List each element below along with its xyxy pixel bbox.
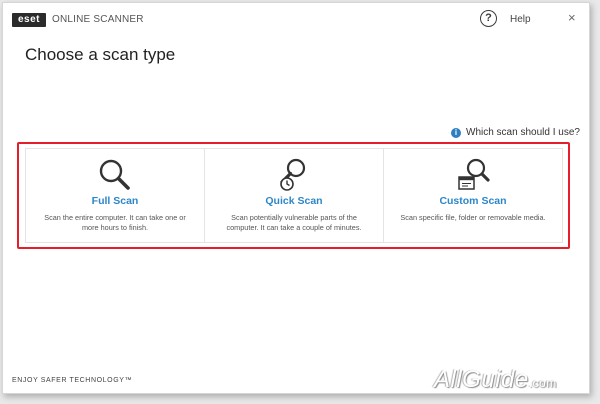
page-title: Choose a scan type: [25, 45, 176, 64]
watermark-text: AllGuide: [434, 366, 529, 393]
watermark: AllGuide.com: [434, 366, 557, 394]
eset-online-scanner-window: eset ONLINE SCANNER ? Help × Choose a sc…: [2, 2, 590, 394]
help-icon[interactable]: ?: [480, 10, 497, 27]
product-name: ONLINE SCANNER: [52, 14, 144, 25]
eset-logo: eset: [12, 13, 46, 27]
close-button[interactable]: ×: [568, 11, 576, 24]
which-scan-label: Which scan should I use?: [466, 127, 580, 138]
which-scan-link[interactable]: i Which scan should I use?: [451, 127, 580, 138]
footer-tagline: ENJOY SAFER TECHNOLOGY™: [12, 377, 133, 384]
highlight-frame: [17, 142, 570, 249]
help-link[interactable]: Help: [510, 14, 531, 25]
watermark-tld: .com: [528, 376, 557, 390]
info-icon: i: [451, 127, 461, 138]
titlebar: eset ONLINE SCANNER ? Help ×: [3, 3, 589, 35]
